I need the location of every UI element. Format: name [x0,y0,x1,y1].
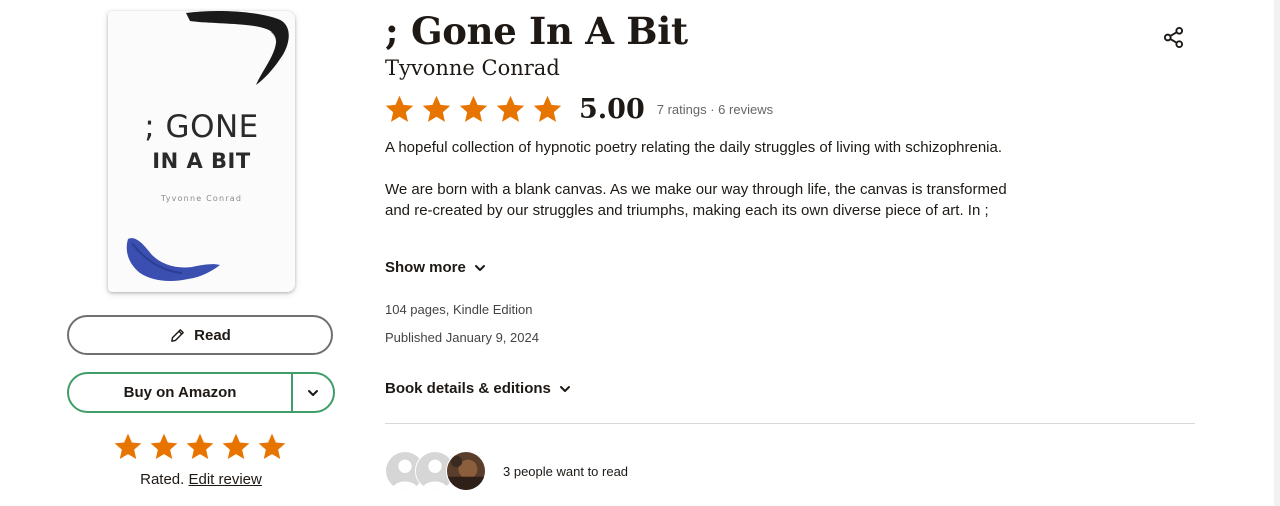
star-icon [385,95,414,122]
avatar[interactable] [446,451,486,491]
star-icon [422,95,451,122]
readers-avatars [385,451,495,493]
cover-title-line2: IN A BIT [152,149,251,173]
buy-on-amazon-button[interactable]: Buy on Amazon [69,374,291,411]
cover-author: Tyvonne Conrad [160,194,243,203]
pencil-icon [171,328,185,342]
description-fade [385,220,1025,242]
pages-format: 104 pages, Kindle Edition [385,302,533,317]
read-button[interactable]: Read [67,315,333,355]
star-icon[interactable] [184,431,216,463]
user-rating-stars[interactable] [110,431,290,465]
brush-stroke-top [186,11,289,85]
book-details-label: Book details & editions [385,380,551,397]
user-photo [447,452,485,490]
star-icon[interactable] [148,431,180,463]
chevron-down-icon [308,389,318,396]
description-paragraph: We are born with a blank canvas. As we m… [385,181,1007,219]
more-stores-dropdown[interactable] [293,374,333,411]
buy-on-amazon-label: Buy on Amazon [123,384,237,401]
rated-label: Rated. [140,471,185,488]
chevron-down-icon [474,264,485,271]
average-rating-stars [383,93,564,126]
brush-stroke-bottom [126,238,220,281]
star-icon[interactable] [256,431,288,463]
description-paragraph: A hopeful collection of hypnotic poetry … [385,139,1003,156]
author-name[interactable]: Tyvonne Conrad [385,56,560,80]
chevron-down-icon [559,385,570,392]
star-icon[interactable] [112,431,144,463]
book-cover[interactable]: ; GONE IN A BIT Tyvonne Conrad [108,11,295,292]
read-button-label: Read [194,326,231,344]
show-more-label: Show more [385,259,466,276]
book-title: ; Gone In A Bit [385,9,688,53]
want-to-read-count[interactable]: 3 people want to read [503,464,628,479]
section-divider [385,423,1195,424]
star-icon [533,95,562,122]
star-icon[interactable] [220,431,252,463]
book-details-button[interactable]: Book details & editions [385,380,571,397]
star-icon [496,95,525,122]
scrollbar[interactable] [1274,0,1280,506]
rating-summary: 5.00 7 ratings · 6 reviews [383,92,773,126]
average-rating: 5.00 [579,93,645,125]
rated-status: Rated. Edit review [67,471,335,488]
publication-date: Published January 9, 2024 [385,330,539,345]
show-more-button[interactable]: Show more [385,259,486,276]
share-icon[interactable] [1162,26,1185,49]
star-icon [459,95,488,122]
edit-review-link[interactable]: Edit review [189,471,262,488]
cover-title-line1: ; GONE [144,109,259,145]
buy-on-amazon-button-group: Buy on Amazon [67,372,335,413]
ratings-reviews-count[interactable]: 7 ratings · 6 reviews [657,102,773,117]
